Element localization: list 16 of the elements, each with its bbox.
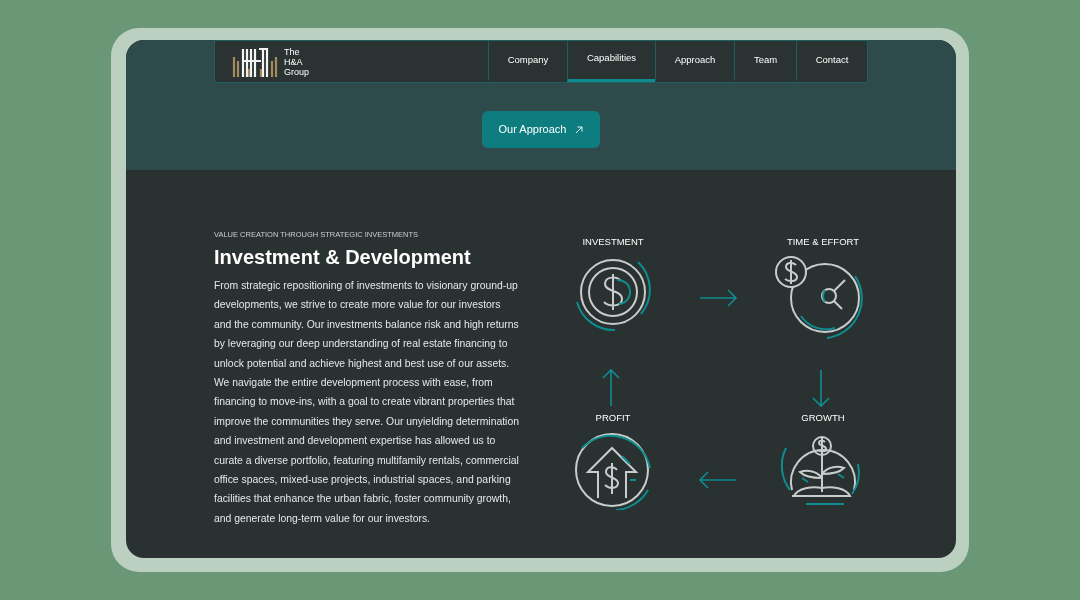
stage-label: PROFIT — [595, 412, 631, 424]
nav-link[interactable]: Company — [488, 41, 567, 82]
section-title: Investment & Development — [214, 245, 472, 270]
section-body: From strategic repositioning of investments to visionary ground-up developments, we strive to create more value for our investors and the community. Our investments balance risk and high returns by leveraging our deep understanding of real estate financing to unlock potential and achieve highest and best use of our assets. We navigate the entire development process with ease, from financing to move-ins, with a goal to create vibrant properties that improve the communities they serve. Our unyielding determination and investment and development expertise has allowed us to curate a diverse portfolio, featuring multifamily rentals, commercial office spaces, mixed-use projects, industrial spaces, and parking facilities that enhance the urban fabric, foster community growth, and generate long-term value for our investors. — [214, 279, 520, 526]
stage-label: TIME & EFFORT — [786, 236, 860, 248]
arrow-up-right-icon — [575, 125, 584, 134]
our-approach-button[interactable]: Our Approach — [481, 111, 601, 148]
nav-link[interactable]: Team — [734, 41, 796, 82]
stage-label: GROWTH — [801, 412, 845, 424]
stage-label: INVESTMENT — [582, 236, 644, 248]
nav-link[interactable]: Capabilities — [567, 41, 655, 82]
dollar-house-icon — [572, 430, 654, 510]
nav-link[interactable]: Approach — [655, 41, 734, 82]
logo-icon — [232, 46, 278, 77]
logo-text: The H&A Group — [284, 46, 309, 77]
nav-link[interactable]: Contact — [796, 41, 867, 82]
